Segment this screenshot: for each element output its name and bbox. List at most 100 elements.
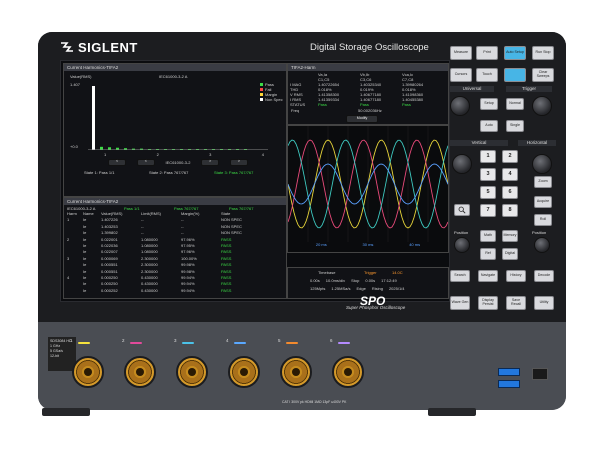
- clear-sweeps-key[interactable]: Clear Sweeps: [532, 68, 554, 82]
- chart-legend: Pass Fail Margin Non Spec: [260, 82, 283, 102]
- search-key[interactable]: Search: [450, 270, 470, 282]
- utility-key[interactable]: Utility: [534, 296, 554, 310]
- table-cell: 0.430000: [141, 287, 158, 293]
- universal-knob[interactable]: [450, 96, 470, 116]
- legend-swatch: [260, 98, 263, 101]
- save-recall-key[interactable]: Save Recall: [506, 296, 526, 310]
- auto-setup-key[interactable]: Auto Setup: [504, 46, 526, 60]
- ref-key[interactable]: Ref: [480, 248, 496, 260]
- channel-3-bnc-input[interactable]: [176, 356, 208, 388]
- bnc-center-pin: [84, 368, 92, 376]
- channel-7-key[interactable]: 7: [480, 204, 496, 217]
- channel-1-led: [78, 342, 90, 344]
- meas-cell: Pass: [402, 102, 411, 107]
- channel-2-key[interactable]: 2: [502, 150, 518, 163]
- digital-key[interactable]: Digital: [502, 248, 518, 260]
- universal-label: Universal: [450, 86, 494, 92]
- memory-key[interactable]: Memory: [502, 230, 518, 242]
- table-cell: 0.000252: [101, 287, 118, 293]
- setup-key[interactable]: Setup: [480, 98, 498, 110]
- search-zoom-key[interactable]: [454, 204, 470, 216]
- usb-port-2[interactable]: [498, 380, 520, 388]
- y-bottom-value: +0.0: [70, 144, 78, 149]
- legend-swatch: [260, 83, 263, 86]
- vertical-position-knob[interactable]: [454, 237, 470, 253]
- nav-next2-button[interactable]: >: [229, 158, 248, 166]
- channel-1-bnc-input[interactable]: [72, 356, 104, 388]
- horizontal-label: Horizontal: [518, 140, 556, 146]
- channel-2-bnc-input[interactable]: [124, 356, 156, 388]
- power-button[interactable]: [532, 368, 548, 380]
- channel-6-key[interactable]: 6: [502, 186, 518, 199]
- waveform-window[interactable]: 20 ms 30 ms 40 ms: [287, 125, 449, 253]
- roll-key[interactable]: Roll: [534, 214, 552, 226]
- display-persist-key[interactable]: Display Persist: [478, 296, 498, 310]
- channel-6-bnc-input[interactable]: [332, 356, 364, 388]
- acquire-key[interactable]: Acquire: [534, 196, 552, 208]
- channel-4-key[interactable]: 4: [502, 168, 518, 181]
- history-key[interactable]: History: [506, 270, 526, 282]
- harmonics-chart-window[interactable]: Current Harmonics-TIFA2 Value(RMS) IEC61…: [63, 63, 287, 197]
- harmonics-table-window[interactable]: Current Harmonics-TIFA2 IEC61000-3-2 A P…: [63, 197, 287, 299]
- state-2: State 2: Pass 767/767: [149, 170, 189, 175]
- measure-key[interactable]: Measure: [450, 46, 472, 60]
- trigger-value: 14.0C: [392, 270, 403, 275]
- blank-key[interactable]: [504, 68, 526, 82]
- meas-cell: Pass: [318, 102, 327, 107]
- touch-key[interactable]: Touch: [476, 68, 498, 82]
- channel-5-key[interactable]: 5: [480, 186, 496, 199]
- magnifier-icon: [458, 206, 466, 214]
- x-tick-label: 1: [104, 152, 107, 157]
- horizontal-scale-knob[interactable]: [532, 154, 552, 174]
- timebase-label: Timebase: [318, 270, 336, 275]
- harmonic-bar: [92, 86, 95, 150]
- harmonics-bar-chart: [88, 86, 268, 150]
- cursors-key[interactable]: Cursors: [450, 68, 472, 82]
- channel-3-key[interactable]: 3: [480, 168, 496, 181]
- bnc-center-pin: [292, 368, 300, 376]
- input-warning: CAT I 300V pk HDMI 1MΩ 13pF ≤400V PK: [282, 400, 347, 404]
- harmonics-chart-title: Current Harmonics-TIFA2: [64, 64, 286, 71]
- timebase-value: Stop: [351, 278, 360, 283]
- print-key[interactable]: Print: [476, 46, 498, 60]
- channel-5-label: 5: [278, 338, 281, 343]
- measurement-window[interactable]: TIFA2-Harm Va,Ia Vb,Ib Vca,Ic C1,C5 C3,C6 C7,…: [287, 63, 449, 125]
- vertical-scale-knob[interactable]: [452, 154, 472, 174]
- channel-4-bnc-input[interactable]: [228, 356, 260, 388]
- x-tick-label: 3: [209, 152, 212, 157]
- channel-5-bnc-input[interactable]: [280, 356, 312, 388]
- table-row[interactable]: Ie 0.000252 0.430000 99.94% PASS: [67, 288, 279, 294]
- meas-cell: Pass: [360, 102, 369, 107]
- meas-cell: STATUS: [290, 102, 306, 107]
- spec-resolution: 12-bit: [50, 354, 59, 358]
- wave-gen-key[interactable]: Wave Gen: [450, 296, 470, 310]
- usb-port-1[interactable]: [498, 368, 520, 376]
- table-cell: 99.94%: [181, 287, 195, 293]
- nav-next-button[interactable]: >: [201, 158, 220, 166]
- normal-key[interactable]: Normal: [506, 98, 524, 110]
- right-foot: [428, 408, 476, 416]
- navigate-key[interactable]: Navigate: [478, 270, 498, 282]
- modify-button[interactable]: Modify: [346, 115, 378, 123]
- model-title: Digital Storage Oscilloscope: [310, 42, 429, 53]
- channel-8-key[interactable]: 8: [502, 204, 518, 217]
- table-cell: [67, 288, 83, 294]
- decode-key[interactable]: Decode: [534, 270, 554, 282]
- legend-swatch: [260, 93, 263, 96]
- timebase-value: 10.0ms/div: [325, 278, 346, 283]
- single-key[interactable]: Single: [506, 120, 524, 132]
- display-screen[interactable]: Current Harmonics-TIFA2 Value(RMS) IEC61…: [60, 60, 450, 302]
- run-stop-key[interactable]: Run Stop: [532, 46, 554, 60]
- math-key[interactable]: Math: [480, 230, 496, 242]
- zoom-key[interactable]: Zoom: [534, 176, 552, 188]
- trigger-level-knob[interactable]: [532, 96, 552, 116]
- channel-1-key[interactable]: 1: [480, 150, 496, 163]
- horizontal-position-knob[interactable]: [534, 237, 550, 253]
- trigger-label: Trigger: [364, 270, 377, 275]
- nav-prev-button[interactable]: <: [108, 158, 126, 166]
- waveform-x-label: 40 ms: [409, 242, 421, 247]
- nav-prev2-button[interactable]: <: [136, 158, 155, 166]
- measurement-table: Va,Ia Vb,Ib Vca,Ic C1,C5 C3,C6 C7,C8 I MAG 1.40…: [290, 72, 446, 107]
- auto-key[interactable]: Auto: [480, 120, 498, 132]
- chart-nav: < < IEC61000-3-2 > >: [108, 158, 248, 166]
